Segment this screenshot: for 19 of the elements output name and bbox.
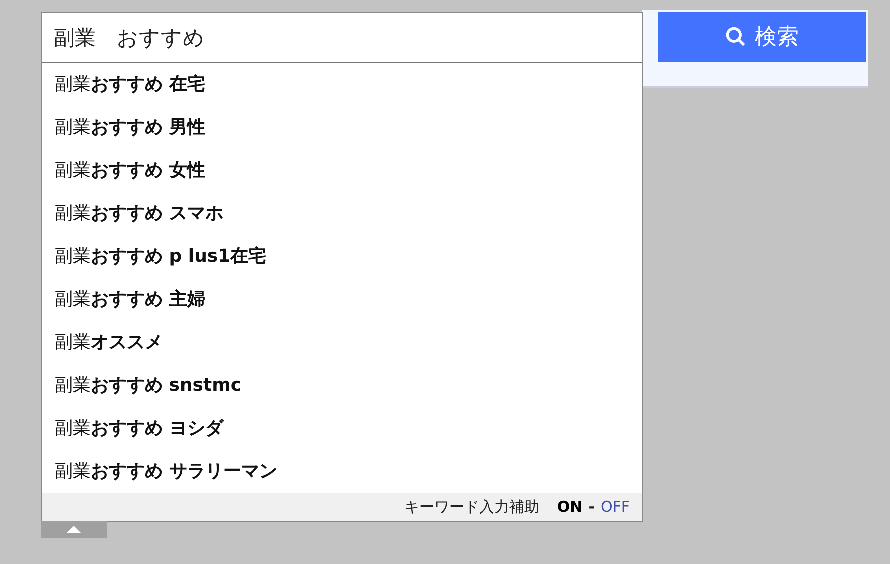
suggestion-item[interactable]: 副業おすすめ 主婦: [42, 278, 642, 321]
suggestion-item[interactable]: 副業おすすめ p lus1在宅: [42, 235, 642, 278]
separator: -: [588, 496, 595, 518]
suggestion-item[interactable]: 副業おすすめ 男性: [42, 106, 642, 149]
suggestion-item[interactable]: 副業おすすめ snstmc: [42, 364, 642, 407]
suggestion-item[interactable]: 副業オススメ: [42, 321, 642, 364]
collapse-tab[interactable]: [41, 521, 107, 538]
off-option[interactable]: OFF: [600, 496, 630, 518]
triangle-up-icon: [67, 526, 81, 533]
search-icon: [725, 26, 747, 48]
suggestion-item[interactable]: 副業おすすめ ヨシダ: [42, 407, 642, 450]
on-option[interactable]: ON: [557, 496, 583, 518]
suggestion-item[interactable]: 副業おすすめ スマホ: [42, 192, 642, 235]
search-field[interactable]: 副業 おすすめ: [42, 13, 642, 63]
suggestion-item[interactable]: 副業おすすめ 在宅: [42, 63, 642, 106]
assist-label: キーワード入力補助: [404, 496, 540, 518]
suggestion-item[interactable]: 副業おすすめ サラリーマン: [42, 450, 642, 493]
search-button[interactable]: 検索: [658, 12, 866, 62]
suggestion-item[interactable]: 副業おすすめ 女性: [42, 149, 642, 192]
